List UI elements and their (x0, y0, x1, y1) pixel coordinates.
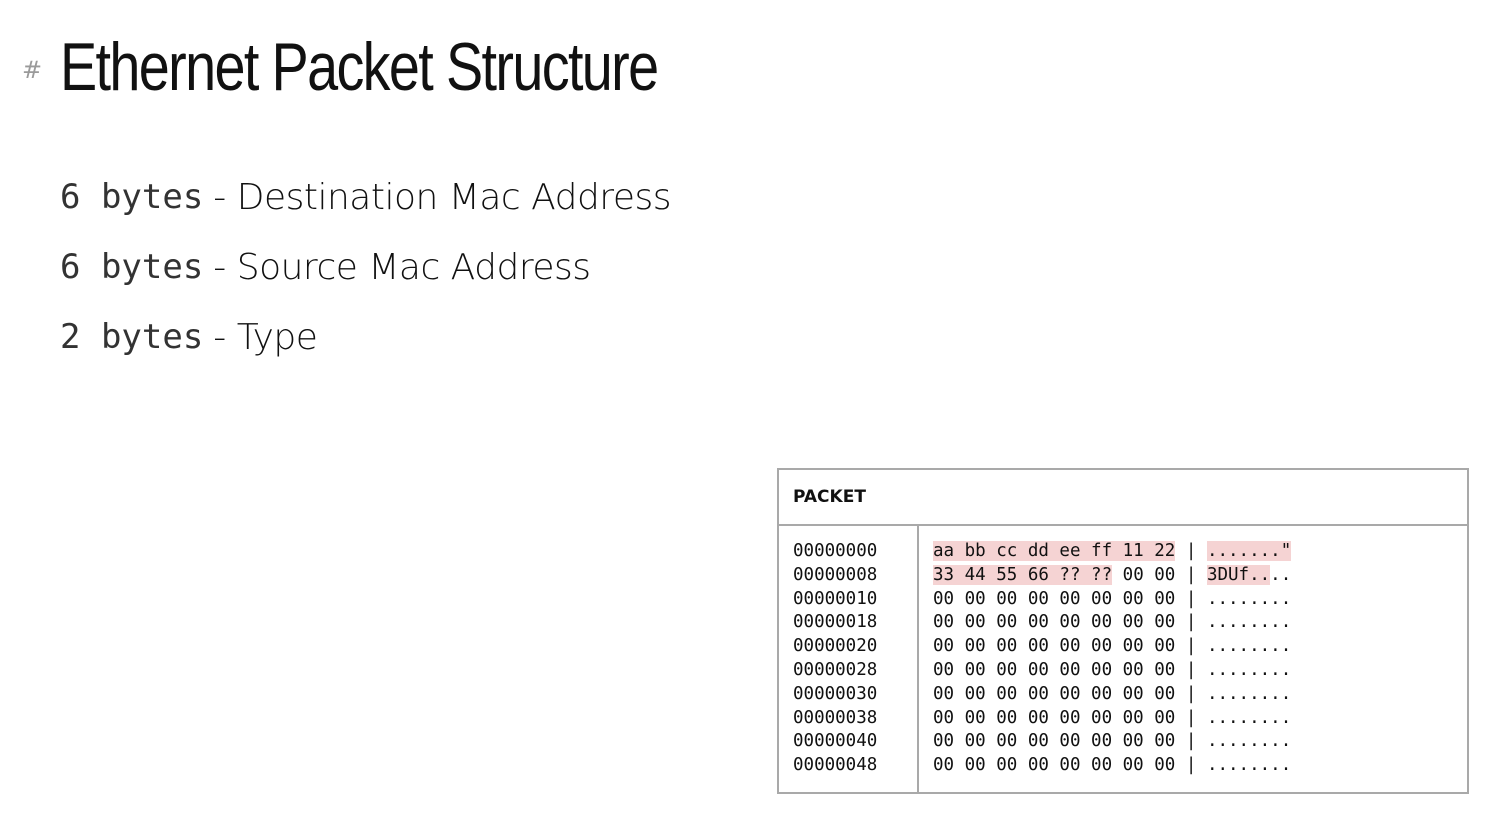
packet-hexdump: PACKET 00000000 00000008 00000010 00000018 0… (777, 468, 1469, 794)
offset-cell: 00000008 (793, 564, 878, 585)
field-source-mac: 6 bytes - Source Mac Address (60, 232, 671, 302)
hex-column: aa bb cc dd ee ff 11 22 | ......." 33 44 … (919, 526, 1291, 794)
ascii-separator: | (1175, 683, 1207, 704)
field-name: Type (236, 316, 318, 358)
ascii-text: .. (1270, 564, 1292, 585)
hex-bytes-highlighted: 33 44 55 66 ?? ?? (933, 564, 1113, 585)
ascii-separator: | (1175, 731, 1207, 752)
page-title: Ethernet Packet Structure (60, 29, 659, 105)
offset-column: 00000000 00000008 00000010 00000018 00000020… (779, 526, 919, 794)
field-separator: - (213, 316, 237, 358)
hex-row: 00 00 00 00 00 00 00 00 | ........ (933, 635, 1291, 659)
ascii-separator: | (1175, 636, 1207, 657)
field-description: - Destination Mac Address (213, 177, 671, 218)
hex-bytes: 00 00 00 00 00 00 00 00 (933, 588, 1176, 609)
ascii-text: ........ (1206, 731, 1292, 752)
field-size: 6 bytes (60, 247, 204, 287)
offset-cell: 00000018 (793, 612, 878, 633)
ascii-text: ........ (1206, 659, 1292, 680)
hex-row: aa bb cc dd ee ff 11 22 | ......." (933, 540, 1292, 564)
hex-bytes: 00 00 00 00 00 00 00 00 (933, 683, 1176, 704)
packet-label: PACKET (779, 470, 1467, 526)
field-separator: - (213, 176, 237, 218)
offset-cell: 00000030 (793, 683, 878, 704)
field-separator: - (213, 246, 237, 288)
title-row: # Ethernet Packet Structure (22, 26, 789, 108)
offset-cell: 00000000 (793, 541, 878, 561)
hex-row: 00 00 00 00 00 00 00 00 | ........ (933, 588, 1291, 612)
hex-bytes: 00 00 00 00 00 00 00 00 (933, 636, 1176, 657)
hex-bytes: 00 00 (1112, 564, 1176, 585)
field-description: - Source Mac Address (213, 246, 591, 288)
offset-cell: 00000028 (793, 659, 878, 680)
ascii-text: ........ (1206, 612, 1292, 633)
hex-bytes: 00 00 00 00 00 00 00 00 (933, 707, 1176, 728)
packet-body: 00000000 00000008 00000010 00000018 00000020… (779, 526, 1467, 794)
field-name: Source Mac Address (236, 246, 591, 288)
hex-bytes: 00 00 00 00 00 00 00 00 (933, 731, 1176, 752)
ascii-text: ........ (1206, 683, 1292, 704)
field-type: 2 bytes - Type (60, 302, 671, 372)
field-size: 6 bytes (60, 177, 204, 217)
ascii-highlighted: 3DUf.. (1206, 564, 1271, 585)
hex-bytes: 00 00 00 00 00 00 00 00 (933, 659, 1176, 680)
hex-row: 00 00 00 00 00 00 00 00 | ........ (933, 683, 1291, 707)
offset-cell: 00000038 (793, 707, 878, 728)
offset-cell: 00000020 (793, 636, 878, 657)
hex-row: 00 00 00 00 00 00 00 00 | ........ (933, 754, 1291, 778)
ascii-separator: | (1175, 659, 1207, 680)
field-destination-mac: 6 bytes - Destination Mac Address (60, 162, 671, 232)
hex-row: 00 00 00 00 00 00 00 00 | ........ (933, 730, 1291, 754)
ascii-separator: | (1175, 564, 1207, 585)
ascii-text: ........ (1206, 636, 1292, 657)
hex-bytes: 00 00 00 00 00 00 00 00 (933, 612, 1176, 633)
hex-bytes: 00 00 00 00 00 00 00 00 (933, 755, 1176, 776)
ascii-highlighted: ......." (1206, 541, 1292, 561)
hex-row: 33 44 55 66 ?? ?? 00 00 | 3DUf.... (933, 564, 1291, 588)
offset-cell: 00000010 (793, 588, 878, 609)
slide: # Ethernet Packet Structure 6 bytes - De… (0, 0, 1500, 818)
field-size: 2 bytes (60, 317, 204, 357)
ascii-separator: | (1175, 541, 1207, 561)
ascii-text: ........ (1206, 755, 1292, 776)
offset-cell: 00000040 (793, 731, 878, 752)
ascii-text: ........ (1206, 707, 1292, 728)
heading-anchor-icon[interactable]: # (22, 50, 60, 84)
ascii-separator: | (1175, 612, 1207, 633)
offset-cell: 00000048 (793, 755, 878, 776)
hex-row: 00 00 00 00 00 00 00 00 | ........ (933, 659, 1291, 683)
field-list: 6 bytes - Destination Mac Address 6 byte… (60, 162, 671, 372)
field-name: Destination Mac Address (236, 176, 672, 218)
ascii-text: ........ (1206, 588, 1292, 609)
ascii-separator: | (1175, 707, 1207, 728)
hex-row: 00 00 00 00 00 00 00 00 | ........ (933, 611, 1291, 635)
field-description: - Type (213, 316, 318, 358)
hex-bytes-highlighted: aa bb cc dd ee ff 11 22 (933, 541, 1176, 561)
ascii-separator: | (1175, 755, 1207, 776)
hex-row: 00 00 00 00 00 00 00 00 | ........ (933, 707, 1291, 731)
ascii-separator: | (1175, 588, 1207, 609)
